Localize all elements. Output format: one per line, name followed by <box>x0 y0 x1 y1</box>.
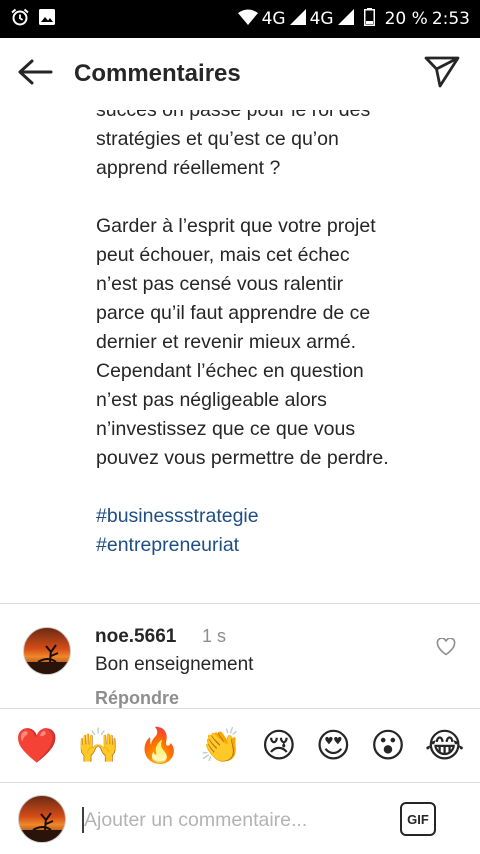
emoji-button[interactable]: 😢 <box>261 726 296 766</box>
page-title: Commentaires <box>74 60 241 87</box>
image-icon <box>38 8 56 31</box>
comment-timestamp: 1 s <box>202 626 227 646</box>
avatar <box>18 795 66 843</box>
reply-button[interactable]: Répondre <box>95 688 179 709</box>
arrow-left-icon <box>17 58 53 91</box>
emoji-button[interactable]: 🙌 <box>77 726 119 766</box>
comment-text: Bon enseignement <box>95 654 254 675</box>
alarm-icon <box>10 7 30 32</box>
divider <box>0 603 480 604</box>
battery-icon <box>363 7 375 31</box>
emoji-button[interactable]: 👏 <box>200 726 242 766</box>
emoji-button[interactable]: ❤️ <box>16 726 58 766</box>
header: Commentaires <box>0 38 480 110</box>
hashtag-link[interactable]: #businessstrategie <box>96 502 426 531</box>
emoji-button[interactable]: 😍 <box>316 726 351 766</box>
send-icon <box>424 55 460 94</box>
hashtag-link[interactable]: #entrepreneuriat <box>96 531 426 560</box>
back-button[interactable] <box>0 38 70 110</box>
clock: 2:53 <box>431 9 470 29</box>
emoji-button[interactable]: 🔥 <box>138 726 180 766</box>
post-caption: succès on passe pour le roi des stratégi… <box>96 96 426 560</box>
signal-icon <box>337 8 354 30</box>
avatar[interactable] <box>23 627 71 675</box>
comment-item: noe.5661 1 s Bon enseignement Répondre <box>0 612 480 708</box>
comment-input[interactable] <box>84 803 374 837</box>
heart-outline-icon <box>436 637 456 660</box>
status-bar: 4G 4G 20 % 2:53 <box>0 0 480 38</box>
wifi-hotspot-icon <box>237 9 258 30</box>
emoji-button[interactable]: 😂 <box>425 726 465 766</box>
emoji-button[interactable]: 😮 <box>370 726 405 766</box>
network-type-1: 4G <box>261 9 286 29</box>
comment-username[interactable]: noe.5661 <box>95 626 176 648</box>
comment-input-bar: GIF <box>0 782 480 854</box>
caption-paragraph: Garder à l’esprit que votre projet peut … <box>96 215 389 469</box>
gif-button[interactable]: GIF <box>400 802 436 836</box>
battery-level: 20 % <box>384 9 428 29</box>
network-type-2: 4G <box>309 9 334 29</box>
emoji-bar: ❤️ 🙌 🔥 👏 😢 😍 😮 😂 <box>0 708 480 782</box>
signal-icon <box>289 8 306 30</box>
share-button[interactable] <box>422 54 462 94</box>
like-button[interactable] <box>436 637 458 660</box>
